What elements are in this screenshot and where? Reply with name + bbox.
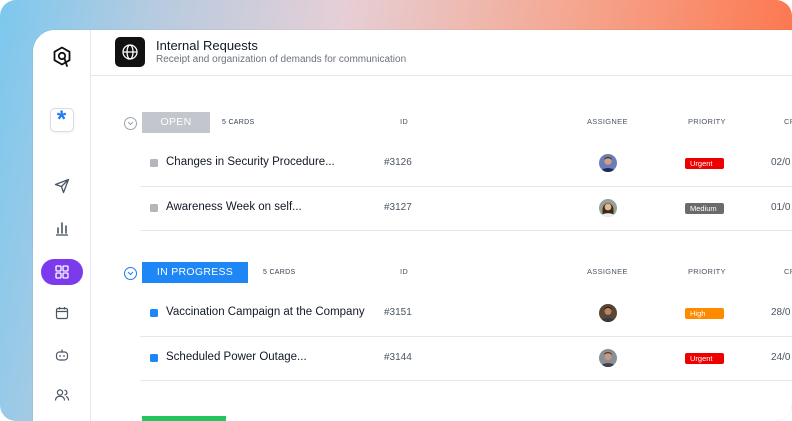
row-title: Scheduled Power Outage... [166, 351, 307, 363]
row-date: 28/0 [771, 307, 791, 318]
column-header-id: ID [400, 267, 409, 276]
grid-icon [54, 265, 69, 279]
main-content: Internal Requests Receipt and organizati… [91, 30, 792, 421]
priority-badge: Urgent [685, 158, 724, 169]
status-dot [150, 309, 158, 317]
column-header-created: CR [784, 117, 792, 126]
group-label-partial[interactable] [142, 416, 226, 421]
avatar[interactable] [599, 304, 617, 322]
users-icon[interactable] [54, 388, 70, 402]
bar-chart-icon[interactable] [54, 220, 70, 236]
status-dot [150, 204, 158, 212]
status-dot [150, 159, 158, 167]
table-row[interactable]: Changes in Security Procedure... #3126 U… [140, 141, 792, 187]
app-window: * Internal Requests Receipt and organiza… [33, 30, 792, 421]
send-icon[interactable] [54, 178, 70, 194]
group-header-partial [91, 416, 792, 421]
asterisk-icon: * [49, 108, 74, 132]
page-subtitle: Receipt and organization of demands for … [156, 54, 407, 65]
app-logo-icon[interactable] [52, 46, 72, 68]
bot-icon[interactable] [55, 348, 69, 362]
column-header-priority: PRIORITY [688, 267, 726, 276]
row-id: #3126 [384, 157, 412, 168]
status-dot [150, 354, 158, 362]
row-date: 01/0 [771, 202, 791, 213]
row-title: Changes in Security Procedure... [166, 156, 335, 168]
chevron-down-icon[interactable] [124, 267, 137, 280]
table-row[interactable]: Scheduled Power Outage... #3144 Urgent 2… [140, 336, 792, 381]
sidebar-item-board-active[interactable] [40, 259, 83, 285]
avatar[interactable] [599, 349, 617, 367]
group-label-open[interactable]: OPEN [142, 112, 210, 133]
screenshot-frame: * Internal Requests Receipt and organiza… [0, 0, 792, 421]
priority-badge: High [685, 308, 724, 319]
table-row[interactable]: Awareness Week on self... #3127 Medium 0… [140, 186, 792, 231]
group-card-count: 5 CARDS [263, 269, 296, 276]
divider [140, 380, 792, 381]
avatar[interactable] [599, 154, 617, 172]
group-header-in-progress: IN PROGRESS 5 CARDS ID ASSIGNEE PRIORITY… [91, 262, 792, 284]
row-title: Vaccination Campaign at the Company [166, 306, 365, 318]
column-header-assignee: ASSIGNEE [587, 267, 628, 276]
calendar-icon[interactable] [55, 306, 69, 320]
page-header: Internal Requests Receipt and organizati… [91, 30, 792, 76]
group-card-count: 5 CARDS [222, 119, 255, 126]
globe-icon [122, 44, 138, 60]
row-date: 02/0 [771, 157, 791, 168]
chevron-down-icon[interactable] [124, 117, 137, 130]
row-id: #3151 [384, 307, 412, 318]
column-header-priority: PRIORITY [688, 117, 726, 126]
page-title: Internal Requests [156, 38, 258, 53]
globe-logo [115, 37, 145, 67]
asterisk-nav-button[interactable]: * [49, 108, 74, 132]
row-date: 24/0 [771, 352, 791, 363]
table-row[interactable]: Vaccination Campaign at the Company #315… [140, 291, 792, 337]
priority-badge: Medium [685, 203, 724, 214]
row-id: #3127 [384, 202, 412, 213]
row-title: Awareness Week on self... [166, 201, 302, 213]
avatar[interactable] [599, 199, 617, 217]
divider [140, 230, 792, 231]
sidebar: * [33, 30, 91, 421]
column-header-assignee: ASSIGNEE [587, 117, 628, 126]
priority-badge: Urgent [685, 353, 724, 364]
group-header-open: OPEN 5 CARDS ID ASSIGNEE PRIORITY CR [91, 112, 792, 134]
column-header-created: CR [784, 267, 792, 276]
row-id: #3144 [384, 352, 412, 363]
group-label-in-progress[interactable]: IN PROGRESS [142, 262, 248, 283]
column-header-id: ID [400, 117, 409, 126]
